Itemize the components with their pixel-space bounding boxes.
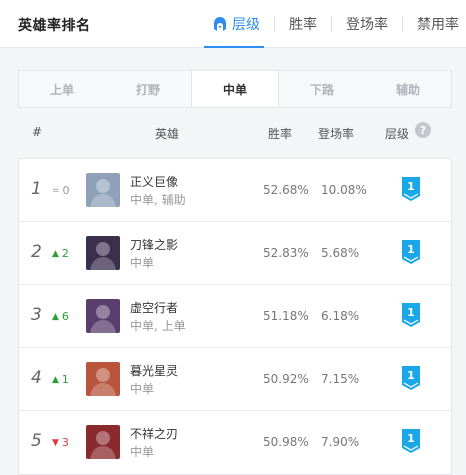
tier-badge-icon: 1 (402, 429, 420, 453)
nav-tab-win-rate[interactable]: 胜率 (275, 0, 331, 48)
rank-number: 4 (31, 368, 42, 388)
table-row-4[interactable]: 4 ▲ 1 暮光星灵 中单 50.92% 7.15% 1 (19, 348, 451, 411)
svg-text:1: 1 (407, 306, 415, 319)
tab-bottom[interactable]: 下路 (279, 71, 365, 107)
page-title: 英雄率排名 (18, 18, 91, 34)
hero-pick-rate: 10.08% (321, 183, 367, 197)
svg-text:1: 1 (407, 243, 415, 256)
sort-nav: 层级 胜率 登场率 禁用率 (198, 0, 466, 48)
tab-jungle[interactable]: 打野 (105, 71, 191, 107)
tier-badge-icon: 1 (402, 366, 420, 390)
rank-trend: = 0 (52, 184, 70, 197)
hero-pick-rate: 7.90% (321, 435, 360, 449)
table-row-5[interactable]: 5 ▼ 3 不祥之刃 中单 50.98% 7.90% 1 (19, 411, 451, 474)
hero-pick-rate: 5.68% (321, 246, 360, 260)
nav-tab-win-rate-label: 胜率 (289, 17, 317, 33)
col-hero: 英雄 (155, 127, 180, 141)
rank-number: 5 (31, 431, 42, 451)
col-win-rate[interactable]: 胜率 (268, 125, 292, 142)
hero-win-rate: 50.92% (263, 372, 309, 386)
ranking-panel: 上单 打野 中单 下路 辅助 # 英雄 胜率 登场率 层级 ? 1 = 0 正义巨… (18, 70, 452, 475)
rank-number: 1 (31, 179, 42, 199)
table-header: # 英雄 胜率 登场率 层级 ? (18, 108, 452, 158)
tier-badge-icon: 1 (402, 177, 420, 201)
hero-positions: 中单 (130, 256, 155, 270)
hero-positions: 中单, 辅助 (130, 193, 186, 207)
table-row-1[interactable]: 1 = 0 正义巨像 中单, 辅助 52.68% 10.08% 1 (19, 159, 451, 222)
hero-name[interactable]: 刀锋之影 (130, 236, 178, 253)
table-row-3[interactable]: 3 ▲ 6 虚空行者 中单, 上单 51.18% 6.18% 1 (19, 285, 451, 348)
hero-avatar[interactable] (86, 425, 120, 459)
hero-win-rate: 52.83% (263, 246, 309, 260)
triangle-up-icon: ▲ (52, 248, 59, 259)
hero-avatar[interactable] (86, 173, 120, 207)
hero-win-rate: 50.98% (263, 435, 309, 449)
hero-name[interactable]: 不祥之刃 (130, 425, 178, 442)
hero-pick-rate: 6.18% (321, 309, 360, 323)
trend-value: 6 (61, 310, 69, 323)
svg-text:1: 1 (407, 180, 415, 193)
rank-trend: ▲ 1 (52, 373, 69, 386)
rank-trend: ▲ 6 (52, 310, 69, 323)
svg-text:1: 1 (407, 432, 415, 445)
triangle-up-icon: ▲ (52, 374, 59, 385)
position-tabs: 上单 打野 中单 下路 辅助 (18, 70, 452, 108)
tab-mid[interactable]: 中单 (191, 71, 279, 107)
hero-avatar[interactable] (86, 299, 120, 333)
equals-icon: = (52, 185, 60, 196)
trend-value: 1 (61, 373, 69, 386)
tier-badge-icon: 1 (402, 240, 420, 264)
col-rank: # (32, 125, 43, 139)
hero-avatar[interactable] (86, 362, 120, 396)
hero-name[interactable]: 虚空行者 (130, 299, 178, 316)
help-icon[interactable]: ? (415, 122, 431, 138)
hero-win-rate: 52.68% (263, 183, 309, 197)
hero-name[interactable]: 暮光星灵 (130, 362, 178, 379)
nav-tab-tier[interactable]: 层级 (198, 0, 274, 48)
hero-positions: 中单 (130, 445, 155, 459)
trend-value: 3 (61, 436, 69, 449)
nav-tab-tier-label: 层级 (232, 17, 260, 33)
col-tier[interactable]: 层级 (385, 125, 409, 142)
hero-win-rate: 51.18% (263, 309, 309, 323)
helmet-icon (214, 17, 226, 31)
tier-badge-icon: 1 (402, 303, 420, 327)
svg-text:1: 1 (407, 369, 415, 382)
nav-tab-pick-rate[interactable]: 登场率 (332, 0, 402, 48)
tab-support[interactable]: 辅助 (365, 71, 451, 107)
top-header: 英雄率排名 层级 胜率 登场率 禁用率 (0, 0, 466, 48)
rank-number: 3 (31, 305, 42, 325)
col-pick-rate[interactable]: 登场率 (318, 125, 354, 142)
hero-avatar[interactable] (86, 236, 120, 270)
tab-top[interactable]: 上单 (19, 71, 105, 107)
hero-name[interactable]: 正义巨像 (130, 173, 178, 190)
trend-value: 0 (62, 184, 70, 197)
nav-tab-ban-rate-label: 禁用率 (417, 17, 459, 33)
trend-value: 2 (61, 247, 69, 260)
hero-pick-rate: 7.15% (321, 372, 360, 386)
hero-table: 1 = 0 正义巨像 中单, 辅助 52.68% 10.08% 1 2 ▲ 2 刀锋… (18, 158, 452, 475)
hero-positions: 中单, 上单 (130, 319, 186, 333)
rank-trend: ▲ 2 (52, 247, 69, 260)
triangle-up-icon: ▲ (52, 311, 59, 322)
triangle-down-icon: ▼ (52, 437, 59, 448)
table-row-2[interactable]: 2 ▲ 2 刀锋之影 中单 52.83% 5.68% 1 (19, 222, 451, 285)
rank-trend: ▼ 3 (52, 436, 69, 449)
rank-number: 2 (31, 242, 42, 262)
nav-tab-pick-rate-label: 登场率 (346, 17, 388, 33)
nav-tab-ban-rate[interactable]: 禁用率 (403, 0, 466, 48)
hero-positions: 中单 (130, 382, 155, 396)
